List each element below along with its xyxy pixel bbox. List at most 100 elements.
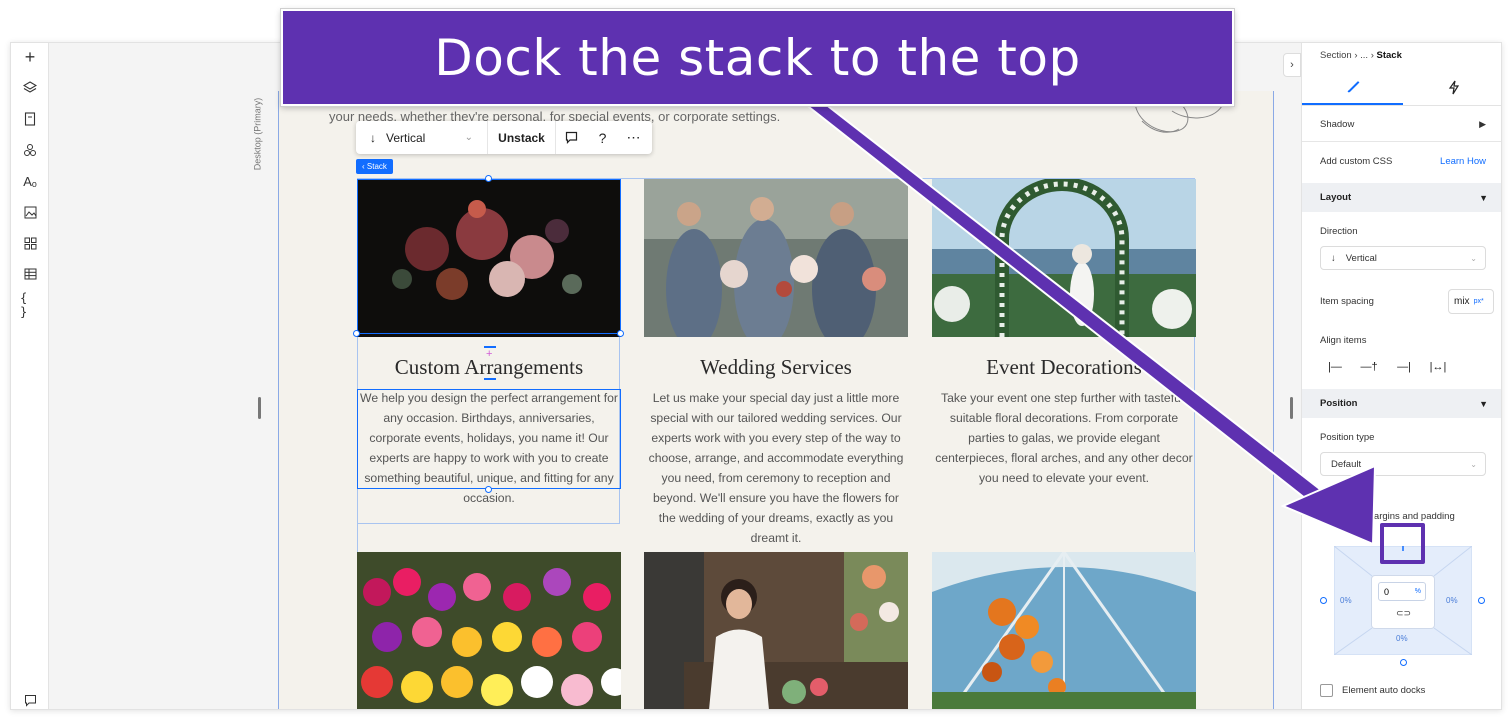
triangle-down-icon: ▼ (1479, 398, 1488, 409)
code-icon[interactable]: { } (20, 291, 40, 319)
inspector-panel: Section › ... › Stack Shadow ▶ Add custo… (1301, 43, 1501, 709)
right-resize-handle[interactable] (1290, 397, 1293, 419)
widgets-icon[interactable] (20, 233, 40, 253)
direction-select[interactable]: ↓ Vertical ⌄ (1320, 246, 1486, 270)
direction-dropdown[interactable]: ↓ Vertical ⌄ (356, 121, 488, 154)
resize-handle-right[interactable] (617, 330, 624, 337)
chevron-right-icon[interactable]: › (1283, 53, 1301, 77)
card-title[interactable]: Event Decorations (932, 355, 1196, 380)
align-items-label: Align items (1320, 335, 1367, 346)
card-text[interactable]: Take your event one step further with ta… (932, 388, 1196, 488)
top-margin-unit[interactable]: % (1415, 588, 1421, 595)
custom-css-label: Add custom CSS (1320, 156, 1393, 167)
apps-icon[interactable] (20, 140, 40, 160)
learn-how-link[interactable]: Learn How (1440, 156, 1486, 167)
stack-tag[interactable]: ‹ Stack (356, 159, 393, 174)
tab-interactions[interactable] (1403, 70, 1501, 105)
selected-text-outline (357, 389, 621, 489)
position-type-select[interactable]: Default ⌄ (1320, 452, 1486, 476)
position-type-value: Default (1331, 458, 1362, 470)
gallery-image-tulips[interactable] (357, 552, 621, 709)
resize-handle-left[interactable] (353, 330, 360, 337)
direction-label: Vertical (386, 130, 426, 145)
add-icon[interactable]: + (20, 47, 40, 67)
chevron-down-icon: ⌄ (1470, 459, 1477, 469)
app-root: + Aₒ { } Desktop (Primary) your needs, w… (0, 0, 1512, 722)
card-title[interactable]: Wedding Services (644, 355, 908, 380)
resize-handle-bottom[interactable] (485, 486, 492, 493)
align-center-icon[interactable]: —† (1360, 360, 1378, 374)
card-image-event[interactable] (932, 179, 1196, 337)
link-icon[interactable]: ⊂⊃ (1396, 608, 1411, 619)
triangle-right-icon: ▶ (1479, 119, 1486, 129)
annotation-banner-text: Dock the stack to the top (434, 28, 1081, 87)
gallery-image-florist[interactable] (644, 552, 908, 709)
margins-label: margins and padding (1366, 511, 1455, 522)
dock-right-handle[interactable] (1478, 597, 1485, 604)
media-icon[interactable] (20, 202, 40, 222)
shadow-label: Shadow (1320, 119, 1355, 130)
align-left-icon[interactable]: |— (1326, 360, 1344, 374)
chevron-down-icon: ⌄ (464, 132, 473, 143)
inspector-tabs (1302, 70, 1501, 106)
item-spacing-value: mix (1454, 296, 1470, 307)
breadcrumb-section[interactable]: Section (1320, 50, 1352, 61)
cms-table-icon[interactable] (20, 264, 40, 284)
triangle-down-icon: ▼ (1479, 192, 1488, 203)
breadcrumb-ellipsis[interactable]: ... (1360, 50, 1368, 61)
divider (1302, 141, 1501, 142)
position-type-label: Position type (1320, 432, 1375, 443)
lightning-icon (1448, 80, 1459, 95)
auto-docks-label: Element auto docks (1342, 685, 1426, 696)
annotation-banner: Dock the stack to the top (281, 9, 1234, 106)
item-spacing-unit[interactable]: px* (1474, 298, 1484, 305)
breakpoint-label-text: Desktop (Primary) (252, 97, 263, 171)
site-canvas: your needs, whether they're personal, fo… (278, 91, 1274, 709)
dock-bottom-handle[interactable] (1400, 659, 1407, 666)
left-toolbar: + Aₒ { } (11, 43, 49, 709)
stack-tag-label: Stack (366, 162, 387, 171)
arrow-down-icon: ↓ (1331, 252, 1336, 264)
unstack-button[interactable]: Unstack (488, 121, 556, 154)
theme-icon[interactable]: Aₒ (20, 171, 40, 191)
shadow-row[interactable]: Shadow ▶ (1302, 119, 1501, 130)
layers-icon[interactable] (20, 78, 40, 98)
help-icon[interactable]: ? (587, 121, 618, 154)
layout-heading: Layout (1320, 192, 1352, 203)
right-margin-value[interactable]: 0% (1446, 596, 1458, 605)
align-stretch-icon[interactable]: |↔| (1429, 360, 1447, 374)
stack-floating-toolbar: ↓ Vertical ⌄ Unstack ? ⋯ (356, 121, 652, 154)
align-right-icon[interactable]: —| (1395, 360, 1413, 374)
breadcrumb-current: Stack (1376, 50, 1402, 61)
dock-left-handle[interactable] (1320, 597, 1327, 604)
gallery-image-glass-sculpture[interactable] (932, 552, 1196, 709)
bottom-margin-value[interactable]: 0% (1396, 634, 1408, 643)
top-margin-value: 0 (1384, 586, 1390, 597)
more-options-icon[interactable]: ⋯ (618, 121, 649, 154)
left-margin-value[interactable]: 0% (1340, 596, 1352, 605)
top-margin-input[interactable]: 0 % (1378, 582, 1426, 601)
docking-inner-box: 0 % ⊂⊃ (1372, 576, 1434, 628)
left-resize-handle[interactable] (258, 397, 261, 419)
brush-icon (1347, 80, 1359, 92)
position-section-header[interactable]: Position ▼ (1302, 389, 1501, 418)
card-image-wedding[interactable] (644, 179, 908, 337)
direction-label: Direction (1320, 226, 1358, 237)
item-spacing-input[interactable]: mix px* (1448, 289, 1494, 314)
editor-window: + Aₒ { } Desktop (Primary) your needs, w… (10, 42, 1502, 710)
direction-value: Vertical (1345, 252, 1377, 264)
comment-icon[interactable] (556, 121, 587, 154)
annotation-highlight-box (1380, 523, 1425, 564)
breakpoint-label: Desktop (Primary) (252, 91, 271, 181)
pages-icon[interactable] (20, 109, 40, 129)
card-title[interactable]: Custom Arrangements (357, 355, 621, 380)
resize-handle-top[interactable] (485, 175, 492, 182)
tab-design[interactable] (1302, 70, 1403, 105)
chat-icon[interactable] (20, 690, 40, 709)
position-heading: Position (1320, 398, 1358, 409)
card-text[interactable]: Let us make your special day just a litt… (644, 388, 908, 548)
layout-section-header[interactable]: Layout ▼ (1302, 183, 1501, 212)
selected-image-outline (357, 179, 621, 334)
custom-css-row: Add custom CSS Learn How (1302, 156, 1501, 167)
arrow-down-icon: ↓ (370, 130, 376, 145)
